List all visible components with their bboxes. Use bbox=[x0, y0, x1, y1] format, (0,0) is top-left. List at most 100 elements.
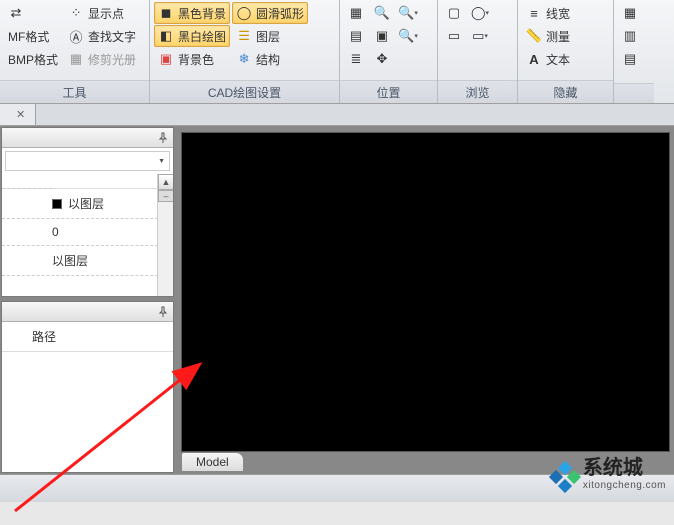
group-title-cad: CAD绘图设置 bbox=[150, 80, 339, 103]
arc-icon: ◯ bbox=[236, 5, 252, 21]
path-list bbox=[2, 352, 173, 472]
zoom-icon: 🔍 bbox=[374, 5, 390, 21]
black-bg-icon: ◼ bbox=[158, 5, 174, 21]
browse-btn-4[interactable]: ▭▾ bbox=[468, 25, 492, 47]
path-panel-header bbox=[2, 302, 173, 322]
move-icon: ✥ bbox=[374, 51, 390, 67]
black-bg-button[interactable]: ◼黑色背景 bbox=[154, 2, 230, 24]
swap-icon: ⇄ bbox=[8, 5, 24, 21]
group-title-edge bbox=[614, 83, 654, 103]
scroll-up-button[interactable]: ▲ bbox=[158, 174, 173, 190]
stack-icon: ≣ bbox=[348, 51, 364, 67]
ribbon-group-position: ▦ ▤ ≣ 🔍 ▣ ✥ 🔍▾ 🔍▾ 位置 bbox=[340, 0, 438, 103]
browse-btn-2[interactable]: ▭ bbox=[442, 25, 466, 47]
smooth-arc-button[interactable]: ◯圆滑弧形 bbox=[232, 2, 308, 24]
measure-icon: 📏 bbox=[526, 28, 542, 44]
edge-icon-3: ▤ bbox=[622, 51, 638, 67]
bg-color-button[interactable]: ▣背景色 bbox=[154, 48, 230, 70]
edge-icon-1: ▦ bbox=[622, 5, 638, 21]
linewidth-icon: ≡ bbox=[526, 5, 542, 21]
trim-icon: ▦ bbox=[68, 51, 84, 67]
ribbon-group-edge: ▦ ▥ ▤ bbox=[614, 0, 654, 103]
watermark-title: 系统城 bbox=[583, 451, 643, 480]
ellipse-icon: ◯▾ bbox=[472, 5, 488, 21]
text-button[interactable]: A文本 bbox=[522, 48, 574, 70]
object-type-dropdown[interactable]: ▼ bbox=[5, 151, 170, 171]
close-tab-icon[interactable]: ✕ bbox=[16, 108, 25, 121]
group-title-position: 位置 bbox=[340, 80, 437, 103]
canvas-area: Model bbox=[175, 126, 674, 474]
pos-btn-5[interactable]: ▣ bbox=[370, 25, 394, 47]
folder-icon: ▭ bbox=[446, 28, 462, 44]
tiles-icon: ▤ bbox=[348, 28, 364, 44]
rect-icon: ▭▾ bbox=[472, 28, 488, 44]
properties-panel-header bbox=[2, 128, 173, 148]
watermark-url: xitongcheng.com bbox=[583, 480, 666, 491]
zoom-dd2-icon: 🔍▾ bbox=[400, 28, 416, 44]
path-panel: 路径 bbox=[1, 301, 174, 473]
points-icon: ⁘ bbox=[68, 5, 84, 21]
ribbon-group-browse: ▢ ▭ ◯▾ ▭▾ 浏览 bbox=[438, 0, 518, 103]
drawing-canvas[interactable] bbox=[181, 132, 670, 452]
scroll-split-button[interactable]: – bbox=[158, 190, 173, 202]
edge-btn-1[interactable]: ▦ bbox=[618, 2, 642, 24]
prop-row-color[interactable]: 以图层 bbox=[2, 188, 173, 219]
chevron-down-icon: ▼ bbox=[158, 158, 165, 165]
color-swatch bbox=[52, 199, 62, 209]
left-panels: ▼ 以图层 0 以图层 ▲ – bbox=[0, 126, 175, 474]
properties-scrollbar[interactable]: ▲ – bbox=[157, 174, 173, 296]
bw-draw-button[interactable]: ◧黑白绘图 bbox=[154, 25, 230, 47]
ribbon-group-tools: ⇄ MF格式 BMP格式 ⁘显示点 Ⓐ查找文字 ▦修剪光册 工具 bbox=[0, 0, 150, 103]
group-title-hide: 隐藏 bbox=[518, 80, 613, 103]
bmp-format-button[interactable]: BMP格式 bbox=[4, 48, 62, 70]
zoom-dd-icon: 🔍▾ bbox=[400, 5, 416, 21]
prop-row-linetype[interactable]: 以图层 bbox=[2, 246, 173, 276]
ribbon-group-cad: ◼黑色背景 ◧黑白绘图 ▣背景色 ◯圆滑弧形 ☰图层 ❄结构 CAD绘图设置 bbox=[150, 0, 340, 103]
pos-btn-2[interactable]: ▤ bbox=[344, 25, 368, 47]
doc-icon: ▢ bbox=[446, 5, 462, 21]
linewidth-button[interactable]: ≡线宽 bbox=[522, 2, 574, 24]
structure-icon: ❄ bbox=[236, 51, 252, 67]
grid-icon: ▦ bbox=[348, 5, 364, 21]
browse-btn-1[interactable]: ▢ bbox=[442, 2, 466, 24]
group-title-tools: 工具 bbox=[0, 80, 149, 103]
document-tab[interactable]: ✕ bbox=[0, 104, 36, 125]
ribbon-group-hide: ≡线宽 📏测量 A文本 隐藏 bbox=[518, 0, 614, 103]
model-tab-strip: Model bbox=[181, 452, 244, 472]
pos-btn-6[interactable]: ✥ bbox=[370, 48, 394, 70]
workspace: ▼ 以图层 0 以图层 ▲ – bbox=[0, 126, 674, 474]
properties-grid: 以图层 0 以图层 ▲ – bbox=[2, 174, 173, 296]
show-points-button[interactable]: ⁘显示点 bbox=[64, 2, 140, 24]
text-icon: A bbox=[526, 51, 542, 67]
path-column-header: 路径 bbox=[2, 322, 173, 352]
emf-format-button[interactable]: MF格式 bbox=[4, 25, 62, 47]
pos-btn-4[interactable]: 🔍 bbox=[370, 2, 394, 24]
watermark-logo bbox=[551, 463, 579, 491]
pos-btn-7[interactable]: 🔍▾ bbox=[396, 2, 420, 24]
measure-button[interactable]: 📏测量 bbox=[522, 25, 574, 47]
structure-button[interactable]: ❄结构 bbox=[232, 48, 308, 70]
edge-btn-2[interactable]: ▥ bbox=[618, 25, 642, 47]
layers-button[interactable]: ☰图层 bbox=[232, 25, 308, 47]
search-icon: Ⓐ bbox=[68, 28, 84, 44]
trim-album-button: ▦修剪光册 bbox=[64, 48, 140, 70]
color-icon: ▣ bbox=[158, 51, 174, 67]
edge-icon-2: ▥ bbox=[622, 28, 638, 44]
pos-btn-1[interactable]: ▦ bbox=[344, 2, 368, 24]
format-button[interactable]: ⇄ bbox=[4, 2, 62, 24]
ribbon: ⇄ MF格式 BMP格式 ⁘显示点 Ⓐ查找文字 ▦修剪光册 工具 ◼黑色背景 ◧… bbox=[0, 0, 674, 104]
pos-btn-8[interactable]: 🔍▾ bbox=[396, 25, 420, 47]
pin-icon[interactable] bbox=[157, 306, 169, 318]
model-tab[interactable]: Model bbox=[181, 452, 244, 471]
prop-row-layer[interactable]: 0 bbox=[2, 219, 173, 246]
properties-panel: ▼ 以图层 0 以图层 ▲ – bbox=[1, 127, 174, 297]
watermark: 系统城 xitongcheng.com bbox=[551, 451, 666, 491]
layers-icon: ☰ bbox=[236, 28, 252, 44]
pos-btn-3[interactable]: ≣ bbox=[344, 48, 368, 70]
pin-icon[interactable] bbox=[157, 132, 169, 144]
browse-btn-3[interactable]: ◯▾ bbox=[468, 2, 492, 24]
find-text-button[interactable]: Ⓐ查找文字 bbox=[64, 25, 140, 47]
select-icon: ▣ bbox=[374, 28, 390, 44]
bw-icon: ◧ bbox=[158, 28, 174, 44]
edge-btn-3[interactable]: ▤ bbox=[618, 48, 642, 70]
